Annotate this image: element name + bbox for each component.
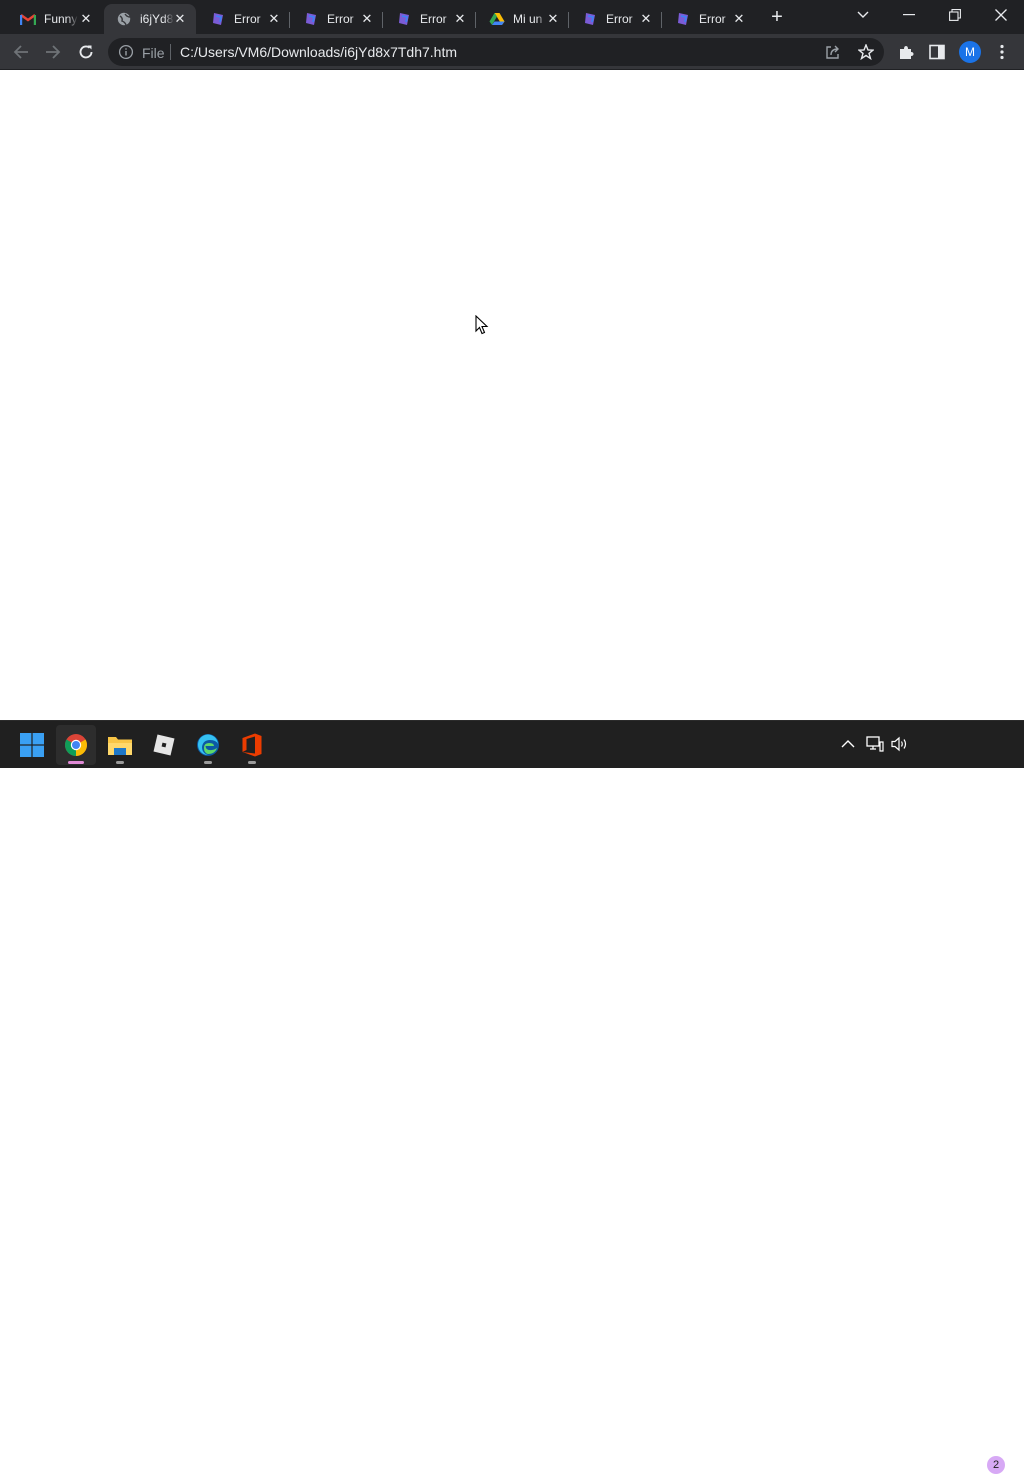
speaker-volume-icon — [891, 736, 907, 752]
chevron-up-icon — [841, 740, 855, 748]
clock-date: 6/15/2022 — [921, 1466, 975, 1480]
address-bar[interactable]: File C:/Users/VM6/Downloads/i6jYd8x7Tdh7… — [108, 38, 884, 66]
windows-logo-icon — [20, 733, 44, 757]
tab-i6jyd8[interactable]: i6jYd8 ✕ — [104, 4, 196, 34]
back-button[interactable] — [6, 37, 36, 67]
tab-search-button[interactable] — [840, 0, 886, 30]
extensions-button[interactable] — [891, 37, 921, 67]
close-tab-icon[interactable]: ✕ — [359, 11, 375, 27]
reload-button[interactable] — [71, 37, 101, 67]
profile-initial: M — [965, 45, 975, 59]
error-page-icon — [303, 11, 319, 27]
close-tab-icon[interactable]: ✕ — [452, 11, 468, 27]
tab-separator — [382, 12, 383, 28]
tab-mi-unidad[interactable]: Mi un ✕ — [477, 4, 569, 34]
office-icon — [242, 733, 262, 757]
profile-avatar[interactable]: M — [959, 41, 981, 63]
restore-icon — [949, 9, 961, 21]
google-drive-icon — [489, 11, 505, 27]
clock-time: 11:12 AM — [923, 1450, 973, 1464]
three-dots-vertical-icon — [1000, 44, 1004, 60]
omnibox-divider — [170, 44, 171, 60]
side-panel-icon — [929, 44, 945, 60]
tab-title: i6jYd8 — [140, 12, 174, 26]
back-arrow-icon — [13, 45, 28, 59]
chrome-icon — [65, 734, 87, 756]
forward-arrow-icon — [46, 45, 61, 59]
running-indicator — [248, 761, 256, 764]
puzzle-piece-icon — [900, 46, 914, 59]
network-status-button[interactable] — [865, 733, 885, 755]
taskbar-office[interactable] — [232, 725, 272, 765]
taskbar-file-explorer[interactable] — [100, 725, 140, 765]
notification-badge[interactable]: 2 — [987, 1456, 1005, 1474]
tab-title: Error — [606, 12, 633, 26]
site-scheme-label: File — [142, 45, 165, 61]
gmail-icon — [20, 11, 36, 27]
taskbar-chrome[interactable] — [56, 725, 96, 765]
taskbar: 11:12 AM 6/15/2022 2 — [0, 720, 1024, 1480]
tab-funny[interactable]: Funny ✕ — [8, 4, 102, 34]
minimize-icon — [903, 14, 915, 16]
share-icon[interactable] — [824, 43, 842, 61]
tab-strip: Funny ✕ i6jYd8 ✕ Error ✕ Error ✕ Error ✕… — [0, 0, 1024, 34]
restore-button[interactable] — [932, 0, 978, 30]
file-explorer-icon — [108, 737, 132, 755]
close-tab-icon[interactable]: ✕ — [172, 11, 188, 27]
volume-button[interactable] — [890, 733, 910, 755]
tab-title: Error — [420, 12, 447, 26]
taskbar-clock[interactable]: 11:12 AM 6/15/2022 — [916, 1449, 980, 1481]
taskbar-edge[interactable] — [188, 725, 228, 765]
close-icon — [995, 9, 1007, 21]
tab-error[interactable]: Error ✕ — [291, 4, 383, 34]
bookmark-star-icon[interactable] — [857, 43, 875, 61]
close-window-button[interactable] — [978, 0, 1024, 30]
browser-window: Funny ✕ i6jYd8 ✕ Error ✕ Error ✕ Error ✕… — [0, 0, 1024, 720]
chrome-menu-button[interactable] — [987, 37, 1017, 67]
error-page-icon — [396, 11, 412, 27]
start-button[interactable] — [12, 725, 52, 765]
globe-icon — [116, 11, 132, 27]
forward-button[interactable] — [38, 37, 68, 67]
tab-title: Funny — [44, 12, 78, 26]
running-indicator — [116, 761, 124, 764]
side-panel-button[interactable] — [922, 37, 952, 67]
close-tab-icon[interactable]: ✕ — [731, 11, 747, 27]
tab-separator — [475, 12, 476, 28]
reload-icon — [79, 45, 93, 59]
info-icon[interactable] — [118, 44, 134, 60]
close-tab-icon[interactable]: ✕ — [545, 11, 561, 27]
tab-separator — [289, 12, 290, 28]
tab-title: Error — [699, 12, 726, 26]
tab-separator — [661, 12, 662, 28]
tab-title: Error — [327, 12, 354, 26]
taskbar-roblox[interactable] — [144, 725, 184, 765]
error-page-icon — [675, 11, 691, 27]
tab-error[interactable]: Error ✕ — [198, 4, 290, 34]
chevron-down-icon — [857, 11, 869, 18]
tab-title: Mi un — [513, 12, 543, 26]
tab-title: Error — [234, 12, 261, 26]
tab-error[interactable]: Error ✕ — [384, 4, 476, 34]
tab-separator — [568, 12, 569, 28]
edge-icon — [197, 734, 219, 756]
roblox-icon — [153, 734, 175, 756]
url-text[interactable]: C:/Users/VM6/Downloads/i6jYd8x7Tdh7.htm — [180, 44, 457, 60]
tab-error[interactable]: Error ✕ — [570, 4, 662, 34]
running-indicator — [68, 761, 84, 764]
mouse-pointer-icon — [475, 315, 489, 335]
network-ethernet-icon — [866, 736, 884, 752]
running-indicator — [204, 761, 212, 764]
page-content — [0, 70, 1024, 720]
minimize-button[interactable] — [886, 0, 932, 30]
tab-error[interactable]: Error ✕ — [663, 4, 755, 34]
close-tab-icon[interactable]: ✕ — [78, 11, 94, 27]
show-hidden-icons-button[interactable] — [838, 733, 858, 755]
error-page-icon — [582, 11, 598, 27]
close-tab-icon[interactable]: ✕ — [638, 11, 654, 27]
new-tab-button[interactable]: + — [766, 6, 788, 28]
close-tab-icon[interactable]: ✕ — [266, 11, 282, 27]
error-page-icon — [210, 11, 226, 27]
